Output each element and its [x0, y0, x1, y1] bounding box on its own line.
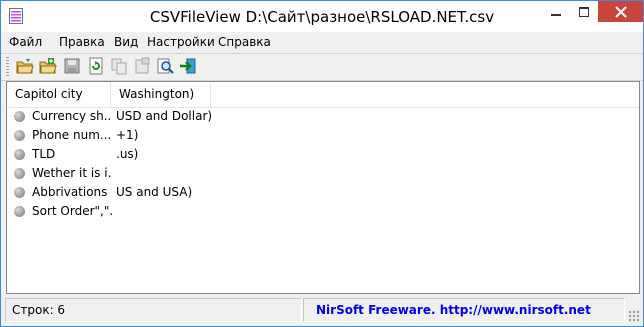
row-cell-1: Sort Order","...: [32, 204, 112, 218]
row-cell-1: Currency sh...: [32, 109, 112, 123]
column-header-2-label: Washington): [119, 87, 195, 101]
minimize-icon: [550, 13, 561, 16]
row-cell-1: Wether it is i...: [32, 166, 112, 180]
row-status-icon: [14, 187, 25, 198]
close-button[interactable]: [598, 1, 643, 22]
row-cell-2: +1): [116, 128, 139, 142]
column-header-1-label: Capitol city: [15, 87, 83, 101]
row-cell-2: .us): [116, 147, 139, 161]
app-window: CSVFileView D:\Сайт\разное\RSLOAD.NET.cs…: [0, 0, 644, 327]
column-header-1[interactable]: Capitol city: [7, 82, 111, 107]
menu-view[interactable]: Вид: [114, 35, 138, 49]
properties-icon[interactable]: [133, 57, 151, 75]
nirsoft-link[interactable]: NirSoft Freeware. http://www.nirsoft.net: [316, 303, 591, 317]
row-status-icon: [14, 206, 25, 217]
row-cell-1: Abbrivations: [32, 185, 108, 199]
menu-view-label: Вид: [114, 35, 139, 49]
open-folder-green-icon[interactable]: [39, 57, 57, 75]
minimize-button[interactable]: [541, 1, 570, 22]
exit-icon[interactable]: [179, 57, 197, 75]
column-header-2[interactable]: Washington): [111, 82, 211, 107]
row-cell-1: Phone num...: [32, 128, 112, 142]
table-row[interactable]: Currency sh... USD and Dollar): [7, 107, 639, 126]
table-row[interactable]: Phone num... +1): [7, 126, 639, 145]
menu-settings-label: Настройки: [147, 35, 215, 49]
title-bar[interactable]: CSVFileView D:\Сайт\разное\RSLOAD.NET.cs…: [1, 1, 643, 32]
row-cell-2: USD and Dollar): [116, 109, 213, 123]
row-status-icon: [14, 149, 25, 160]
row-status-icon: [14, 130, 25, 141]
maximize-icon: [578, 6, 589, 17]
menu-file[interactable]: Файл: [9, 35, 42, 49]
toolbar-grip[interactable]: [6, 57, 9, 76]
copy-icon[interactable]: [110, 57, 128, 75]
menu-help-label: Справка: [218, 35, 271, 49]
row-cell-2: US and USA): [116, 185, 193, 199]
menu-settings[interactable]: Настройки: [147, 35, 215, 49]
table-row[interactable]: Sort Order","...: [7, 202, 639, 221]
status-rows-count: Строк: 6: [12, 303, 66, 317]
status-bar: Строк: 6 NirSoft Freeware. http://www.ni…: [1, 296, 643, 326]
csv-table[interactable]: Capitol city Washington) Currency sh... …: [6, 81, 640, 294]
row-status-icon: [14, 111, 25, 122]
refresh-icon[interactable]: [87, 57, 105, 75]
menu-edit-label: Правка: [59, 35, 105, 49]
status-link-panel: NirSoft Freeware. http://www.nirsoft.net: [303, 298, 625, 322]
close-icon: [614, 5, 627, 18]
table-row[interactable]: TLD .us): [7, 145, 639, 164]
menu-edit[interactable]: Правка: [59, 35, 105, 49]
status-rows-panel: Строк: 6: [5, 298, 302, 322]
toolbar: [1, 53, 643, 81]
menu-help[interactable]: Справка: [218, 35, 271, 49]
maximize-button[interactable]: [570, 1, 597, 22]
resize-grip[interactable]: [628, 310, 640, 322]
find-icon[interactable]: [156, 57, 174, 75]
table-row[interactable]: Abbrivations US and USA): [7, 183, 639, 202]
save-disk-icon[interactable]: [63, 57, 81, 75]
menu-bar: Файл Правка Вид Настройки Справка: [1, 32, 643, 52]
row-status-icon: [14, 168, 25, 179]
row-cell-1: TLD: [32, 147, 56, 161]
open-folder-icon[interactable]: [16, 57, 34, 75]
menu-file-label: Файл: [9, 35, 43, 49]
table-header: Capitol city Washington): [7, 82, 639, 108]
table-row[interactable]: Wether it is i...: [7, 164, 639, 183]
